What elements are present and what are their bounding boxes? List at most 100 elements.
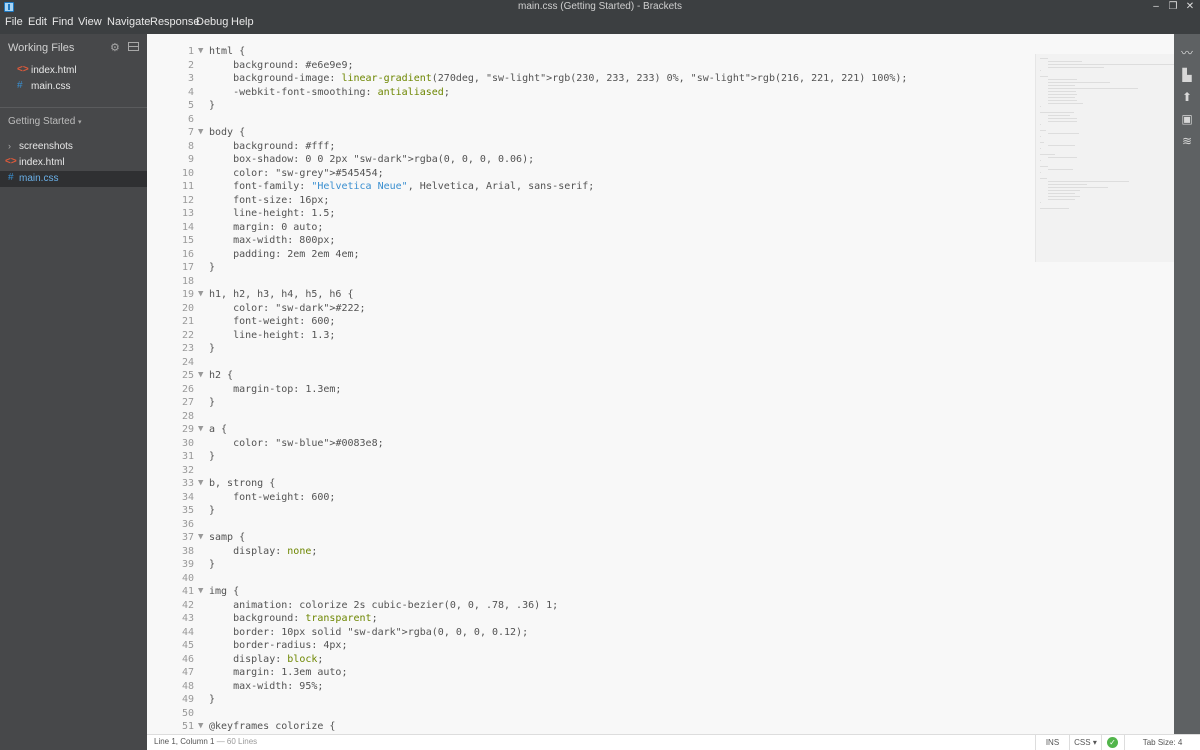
fold-toggle-icon[interactable]: ▼ [198,45,203,59]
code-line[interactable]: 43 background: transparent; [147,612,1035,626]
code-line[interactable]: 39} [147,558,1035,572]
code-line[interactable]: 5} [147,99,1035,113]
menu-response[interactable]: Response [150,16,200,28]
upload-icon[interactable]: ⬆ [1180,90,1194,104]
language-select[interactable]: CSS ▾ [1069,735,1101,750]
line-number: 37 [181,532,194,543]
code-line[interactable]: 10 color: "sw-grey">#545454; [147,167,1035,181]
code-line[interactable]: 18 [147,275,1035,289]
tree-item-index-html[interactable]: <> index.html [0,155,147,171]
code-line[interactable]: 38 display: none; [147,545,1035,559]
menu-navigate[interactable]: Navigate [107,16,150,28]
code-editor[interactable]: 1 ▼ html {2 background: #e6e9e9; 3 backgrou… [147,34,1174,734]
code-line[interactable]: 1 ▼ html { [147,45,1035,59]
code-line[interactable]: 8 background: #fff; [147,140,1035,154]
code-line[interactable]: 23} [147,342,1035,356]
minimap[interactable] [1035,54,1174,262]
code-line[interactable]: 31} [147,450,1035,464]
code-area[interactable]: 1 ▼ html {2 background: #e6e9e9; 3 backgrou… [147,45,1035,734]
code-line[interactable]: 6 [147,113,1035,127]
menu-edit[interactable]: Edit [28,16,47,28]
code-line[interactable]: 24 [147,356,1035,370]
code-line[interactable]: 27} [147,396,1035,410]
layers-icon[interactable]: ≋ [1180,134,1194,148]
code-text: } [209,451,216,462]
working-file-main-css[interactable]: # main.css [0,79,147,95]
gear-icon[interactable]: ⚙ [110,41,120,54]
code-text: max-width: 800px; [209,235,336,246]
code-line[interactable]: 16 padding: 2em 2em 4em; [147,248,1035,262]
code-line[interactable]: 12 font-size: 16px; [147,194,1035,208]
code-line[interactable]: 36 [147,518,1035,532]
project-dropdown[interactable]: Getting Started ▾ [8,116,82,127]
menu-file[interactable]: File [5,16,23,28]
code-line[interactable]: 2 background: #e6e9e9; [147,59,1035,73]
code-line[interactable]: 26 margin-top: 1.3em; [147,383,1035,397]
device-icon[interactable]: ▣ [1180,112,1194,126]
live-preview-icon[interactable]: 〰 [1180,46,1194,60]
code-line[interactable]: 49} [147,693,1035,707]
code-line[interactable]: 47 margin: 1.3em auto; [147,666,1035,680]
code-line[interactable]: 17} [147,261,1035,275]
menu-find[interactable]: Find [52,16,73,28]
code-line[interactable]: 7 ▼ body { [147,126,1035,140]
tree-item-main-css[interactable]: # main.css [0,171,147,187]
code-line[interactable]: 20 color: "sw-dark">#222; [147,302,1035,316]
tab-size-control[interactable]: Tab Size: 4 [1124,735,1200,750]
code-line[interactable]: 50 [147,707,1035,721]
code-line[interactable]: 42 animation: colorize 2s cubic-bezier(0… [147,599,1035,613]
fold-toggle-icon[interactable]: ▼ [198,126,203,140]
minimap-line [1040,70,1042,71]
menu-help[interactable]: Help [231,16,254,28]
line-number: 36 [181,518,194,530]
code-line[interactable]: 21 font-weight: 600; [147,315,1035,329]
code-line[interactable]: 28 [147,410,1035,424]
fold-toggle-icon[interactable]: ▼ [198,369,203,383]
code-line[interactable]: 14 margin: 0 auto; [147,221,1035,235]
line-number: 49 [181,694,194,705]
split-view-icon[interactable] [128,42,139,51]
fold-toggle-icon[interactable]: ▼ [198,477,203,491]
code-line[interactable]: 34 font-weight: 600; [147,491,1035,505]
working-file-index-html[interactable]: <> index.html [0,63,147,79]
fold-toggle-icon[interactable]: ▼ [198,288,203,302]
fold-toggle-icon[interactable]: ▼ [198,531,203,545]
fold-toggle-icon[interactable]: ▼ [198,585,203,599]
code-line[interactable]: 41 ▼ img { [147,585,1035,599]
code-line[interactable]: 11 font-family: "Helvetica Neue", Helvet… [147,180,1035,194]
minimap-line [1048,94,1078,95]
code-line[interactable]: 33 ▼ b, strong { [147,477,1035,491]
code-line[interactable]: 3 background-image: linear-gradient(270d… [147,72,1035,86]
code-line[interactable]: 37 ▼ samp { [147,531,1035,545]
minimize-button[interactable]: ‒ [1149,1,1163,12]
insert-mode-toggle[interactable]: INS [1035,735,1069,750]
tree-item-screenshots[interactable]: › screenshots [0,139,147,155]
code-line[interactable]: 32 [147,464,1035,478]
code-line[interactable]: 4 -webkit-font-smoothing: antialiased; [147,86,1035,100]
fold-toggle-icon[interactable]: ▼ [198,423,203,437]
code-line[interactable]: 51 ▼ @keyframes colorize { [147,720,1035,734]
code-line[interactable]: 22 line-height: 1.3; [147,329,1035,343]
code-text: a { [209,424,228,435]
code-line[interactable]: 19 ▼ h1, h2, h3, h4, h5, h6 { [147,288,1035,302]
code-line[interactable]: 44 border: 10px solid "sw-dark">rgba(0, … [147,626,1035,640]
extension-manager-icon[interactable]: ▙ [1180,68,1194,82]
code-line[interactable]: 48 max-width: 95%; [147,680,1035,694]
line-number: 27 [181,397,194,408]
code-line[interactable]: 35} [147,504,1035,518]
code-line[interactable]: 45 border-radius: 4px; [147,639,1035,653]
code-line[interactable]: 30 color: "sw-blue">#0083e8; [147,437,1035,451]
menu-debug[interactable]: Debug [196,16,228,28]
minimap-line [1040,136,1042,137]
code-line[interactable]: 40 [147,572,1035,586]
restore-button[interactable]: ❐ [1166,1,1180,12]
close-button[interactable]: ✕ [1183,1,1197,12]
code-line[interactable]: 46 display: block; [147,653,1035,667]
code-line[interactable]: 15 max-width: 800px; [147,234,1035,248]
menu-view[interactable]: View [78,16,102,28]
fold-toggle-icon[interactable]: ▼ [198,720,203,734]
code-line[interactable]: 25 ▼ h2 { [147,369,1035,383]
code-line[interactable]: 13 line-height: 1.5; [147,207,1035,221]
code-line[interactable]: 29 ▼ a { [147,423,1035,437]
code-line[interactable]: 9 box-shadow: 0 0 2px "sw-dark">rgba(0, … [147,153,1035,167]
